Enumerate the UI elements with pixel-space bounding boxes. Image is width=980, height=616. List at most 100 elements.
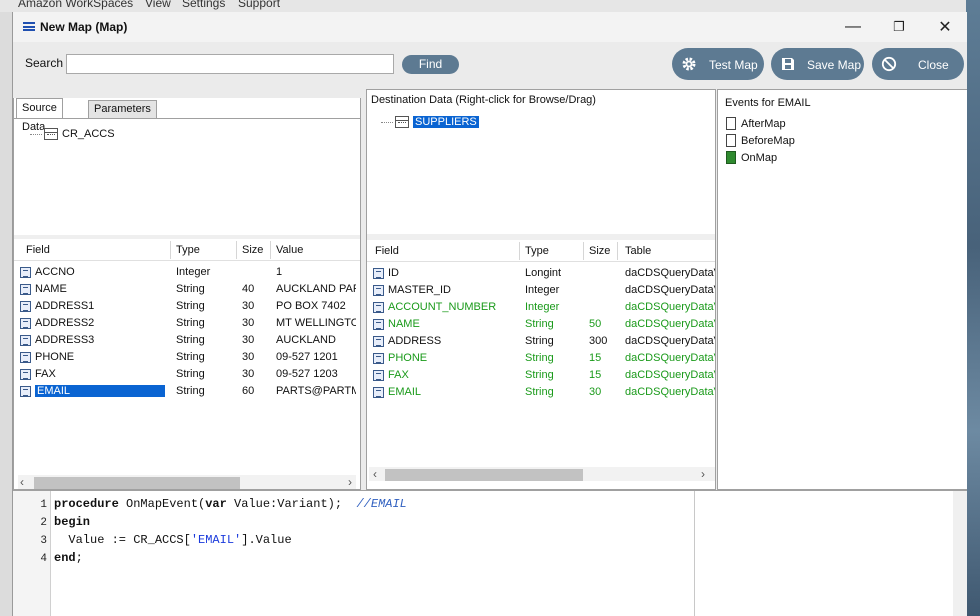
maximize-button[interactable]: ❐ <box>879 16 919 38</box>
code-editor[interactable]: 1 2 3 4 procedure OnMapEvent(var Value:V… <box>13 490 967 616</box>
cell-value: 1 <box>276 266 283 278</box>
cell-size: 50 <box>589 318 602 330</box>
table-row[interactable]: ACCNO Integer 1 <box>14 264 360 281</box>
test-map-label: Test Map <box>709 58 758 72</box>
table-row[interactable]: ADDRESS String 300 daCDSQueryDataV <box>367 333 715 350</box>
code-line-1: procedure OnMapEvent(var Value:Variant);… <box>54 497 407 511</box>
cell-size: 30 <box>242 368 255 380</box>
event-beforemap[interactable]: BeforeMap <box>726 134 795 147</box>
source-grid-header: Field Type Size Value <box>14 239 360 261</box>
desktop-background <box>966 0 980 616</box>
line-number: 3 <box>40 535 47 547</box>
col-size[interactable]: Size <box>589 245 610 257</box>
tab-source-data[interactable]: Source Data <box>16 98 63 133</box>
cell-field: ADDRESS <box>388 335 442 347</box>
source-tree-item[interactable]: CR_ACCS <box>30 128 115 140</box>
source-horizontal-scrollbar[interactable]: ‹ › <box>18 475 356 489</box>
table-row[interactable]: NAME String 40 AUCKLAND PAR... <box>14 281 360 298</box>
table-row[interactable]: ADDRESS2 String 30 MT WELLINGTON <box>14 315 360 332</box>
event-aftermap[interactable]: AfterMap <box>726 117 786 130</box>
col-type[interactable]: Type <box>525 245 549 257</box>
source-tree-label: CR_ACCS <box>62 128 115 140</box>
table-row[interactable]: MASTER_ID Integer daCDSQueryDataV <box>367 282 715 299</box>
table-row[interactable]: EMAIL String 60 PARTS@PARTM... <box>14 383 360 400</box>
scroll-left-icon[interactable]: ‹ <box>373 467 377 481</box>
events-header: Events for EMAIL <box>725 97 811 109</box>
scroll-left-icon[interactable]: ‹ <box>20 475 24 489</box>
editor-vertical-scrollbar[interactable] <box>953 491 967 616</box>
line-number: 1 <box>40 499 47 511</box>
app-menu-icon[interactable] <box>23 22 35 31</box>
save-icon <box>782 58 794 70</box>
col-table[interactable]: Table <box>625 245 651 257</box>
scroll-thumb[interactable] <box>385 469 583 481</box>
cell-table: daCDSQueryDataV <box>625 284 715 296</box>
host-menu-support[interactable]: Support <box>238 0 280 10</box>
find-button[interactable]: Find <box>402 55 459 74</box>
col-size[interactable]: Size <box>242 244 263 256</box>
col-field[interactable]: Field <box>375 245 399 257</box>
test-map-button[interactable]: Test Map <box>672 48 764 80</box>
cell-type: String <box>525 352 554 364</box>
destination-horizontal-scrollbar[interactable]: ‹ › <box>369 467 715 481</box>
cell-value: PO BOX 7402 <box>276 300 346 312</box>
cell-value: AUCKLAND <box>276 334 336 346</box>
cell-type: String <box>525 318 554 330</box>
host-menu-amazon-workspaces[interactable]: Amazon WorkSpaces <box>18 0 133 10</box>
cell-type: Integer <box>525 284 560 296</box>
table-row[interactable]: ID Longint daCDSQueryDataV <box>367 265 715 282</box>
table-row[interactable]: FAX String 30 09-527 1203 <box>14 366 360 383</box>
field-icon <box>20 352 31 363</box>
editor-splitter[interactable] <box>694 491 695 616</box>
cell-value: AUCKLAND PAR... <box>276 283 356 295</box>
table-row[interactable]: PHONE String 30 09-527 1201 <box>14 349 360 366</box>
table-row[interactable]: ADDRESS1 String 30 PO BOX 7402 <box>14 298 360 315</box>
close-window-button[interactable]: ✕ <box>925 16 965 38</box>
close-map-button[interactable]: Close <box>872 48 964 80</box>
save-map-button[interactable]: Save Map <box>771 48 864 80</box>
destination-field-grid: Field Type Size Table ID Longint daCDSQuer… <box>367 240 715 468</box>
field-icon <box>373 319 384 330</box>
cell-size: 30 <box>242 317 255 329</box>
cell-type: Integer <box>525 301 560 313</box>
line-number: 4 <box>40 553 47 565</box>
field-icon <box>373 302 384 313</box>
tab-parameters[interactable]: Parameters <box>88 100 157 118</box>
cell-table: daCDSQueryDataV <box>625 386 715 398</box>
table-row[interactable]: FAX String 15 daCDSQueryDataV <box>367 367 715 384</box>
cell-size: 30 <box>589 386 602 398</box>
scroll-right-icon[interactable]: › <box>348 475 352 489</box>
event-label: OnMap <box>741 151 778 164</box>
destination-tree-item[interactable]: SUPPLIERS <box>381 116 479 128</box>
table-row[interactable]: NAME String 50 daCDSQueryDataV <box>367 316 715 333</box>
table-row[interactable]: ACCOUNT_NUMBER Integer daCDSQueryDataV <box>367 299 715 316</box>
cell-type: String <box>176 300 205 312</box>
table-row[interactable]: EMAIL String 30 daCDSQueryDataV <box>367 384 715 401</box>
cell-size: 30 <box>242 351 255 363</box>
field-icon <box>373 387 384 398</box>
events-panel: Events for EMAIL AfterMap BeforeMap OnMa… <box>717 89 967 490</box>
cell-value: PARTS@PARTM... <box>276 385 356 397</box>
destination-tree-label: SUPPLIERS <box>413 116 479 128</box>
field-icon <box>20 335 31 346</box>
host-menu-settings[interactable]: Settings <box>182 0 225 10</box>
col-value[interactable]: Value <box>276 244 303 256</box>
event-label: AfterMap <box>741 117 786 130</box>
cell-size: 30 <box>242 300 255 312</box>
cell-table: daCDSQueryDataV <box>625 301 715 313</box>
cell-field: ID <box>388 267 399 279</box>
code-line-4: end; <box>54 551 83 565</box>
col-type[interactable]: Type <box>176 244 200 256</box>
table-row[interactable]: PHONE String 15 daCDSQueryDataV <box>367 350 715 367</box>
search-input[interactable] <box>66 54 394 74</box>
document-filled-icon <box>726 151 736 164</box>
host-menu-view[interactable]: View <box>145 0 171 10</box>
cell-value: 09-527 1203 <box>276 368 338 380</box>
table-row[interactable]: ADDRESS3 String 30 AUCKLAND <box>14 332 360 349</box>
col-field[interactable]: Field <box>26 244 50 256</box>
event-onmap[interactable]: OnMap <box>726 151 777 164</box>
scroll-right-icon[interactable]: › <box>701 467 705 481</box>
field-icon <box>373 370 384 381</box>
scroll-thumb[interactable] <box>34 477 240 489</box>
minimize-button[interactable]: — <box>833 16 873 38</box>
